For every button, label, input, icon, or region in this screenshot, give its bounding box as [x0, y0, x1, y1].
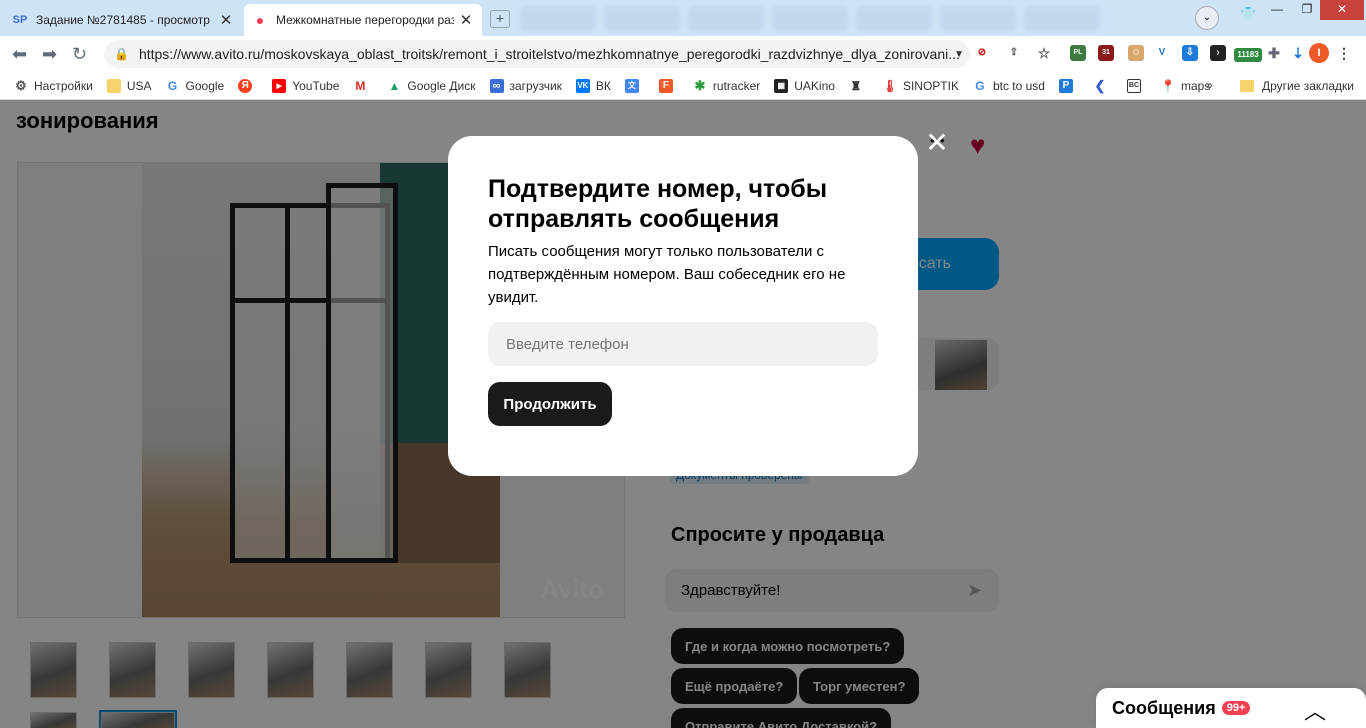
p-icon: P — [1058, 78, 1073, 93]
extensions-puzzle-icon[interactable]: ✚ — [1266, 45, 1282, 61]
messages-label: Сообщения — [1112, 697, 1216, 718]
google-icon: G — [167, 78, 178, 93]
extension-face-icon[interactable]: ☺ — [1128, 45, 1144, 61]
forward-icon[interactable]: ➡ — [42, 44, 57, 64]
tab-title: Межкомнатные перегородки раз — [276, 13, 454, 27]
phone-input[interactable] — [488, 322, 878, 366]
blocked-icon[interactable]: ⊘ — [974, 45, 990, 61]
bookmark-sinoptik[interactable]: 🌡 SINOPTIK — [882, 78, 959, 93]
bookmark-f[interactable]: F — [658, 78, 679, 93]
bookmark-gmail[interactable]: M — [353, 79, 373, 93]
bookmark-translate[interactable]: 文 — [624, 78, 645, 93]
extension-v-icon[interactable]: V — [1154, 45, 1170, 61]
messages-count-badge: 99+ — [1221, 701, 1251, 715]
minimize-button[interactable]: — — [1260, 0, 1294, 20]
extension-pl-icon[interactable]: PL — [1070, 45, 1086, 61]
continue-button[interactable]: Продолжить — [488, 382, 612, 426]
url-text: https://www.avito.ru/moskovskaya_oblast_… — [138, 46, 960, 62]
extension-download-icon[interactable]: ⇩ — [1182, 45, 1198, 61]
extension-terminal-icon[interactable]: › — [1210, 45, 1226, 61]
bookmark-star-icon[interactable]: ☆ — [1036, 45, 1052, 61]
shirt-icon[interactable]: 👕 — [1240, 6, 1256, 22]
new-tab-button[interactable]: + — [490, 10, 510, 28]
bookmark-vk[interactable]: VK ВК — [575, 78, 611, 93]
gmail-icon: M — [355, 78, 366, 93]
bookmark-bottle[interactable]: ♜ — [849, 79, 869, 93]
gear-icon: ⚙ — [15, 77, 27, 93]
vk-icon: VK — [575, 78, 590, 93]
modal-description: Писать сообщения могут только пользовате… — [488, 243, 846, 306]
bookmark-youtube[interactable]: ▶ YouTube — [272, 78, 339, 93]
infinity-icon: ∞ — [489, 78, 504, 93]
folder-icon — [106, 78, 121, 93]
bookmark-uakino[interactable]: ▦ UAKino — [774, 78, 835, 93]
menu-kebab-icon[interactable]: ⋮ — [1336, 45, 1352, 61]
sp-favicon-icon: SP — [12, 14, 28, 26]
confirm-phone-modal: Подтвердите номер, чтобы отправлять сооб… — [448, 136, 918, 476]
address-bar[interactable]: 🔒 https://www.avito.ru/moskovskaya_oblas… — [104, 40, 970, 68]
bookmark-p[interactable]: P — [1058, 78, 1079, 93]
bookmark-yandex[interactable]: Я — [238, 78, 258, 93]
tab-title: Задание №2781485 - просмотр з — [36, 13, 214, 27]
close-tab-icon[interactable]: ✕ — [458, 11, 474, 29]
modal-title: Подтвердите номер, чтобы отправлять сооб… — [488, 175, 828, 233]
tab-zadanie[interactable]: SP Задание №2781485 - просмотр з ✕ — [4, 4, 242, 36]
bottle-icon: ♜ — [850, 78, 862, 93]
thermometer-icon: 🌡 — [882, 78, 898, 93]
close-tab-icon[interactable]: ✕ — [218, 11, 234, 29]
bookmark-google-drive[interactable]: ▲ Google Диск — [387, 79, 475, 93]
share-icon[interactable]: ⇪ — [1006, 45, 1022, 61]
bookmark-btc[interactable]: Gbtc to usd — [973, 79, 1045, 93]
messages-panel[interactable]: Сообщения 99+ ︿ — [1096, 688, 1366, 728]
bookmark-loader[interactable]: ∞ загрузчик — [489, 78, 562, 93]
google-icon: G — [975, 78, 985, 93]
bookmark-usa[interactable]: USA — [106, 78, 152, 93]
close-window-button[interactable]: ✕ — [1320, 0, 1364, 20]
tab-avito[interactable]: ● Межкомнатные перегородки раз ✕ — [244, 4, 482, 36]
film-icon: ▦ — [774, 78, 789, 93]
maps-icon: 📍 — [1160, 78, 1176, 93]
chevron-up-icon[interactable]: ︿ — [1304, 694, 1326, 726]
bookmarks-more-button[interactable]: » — [1206, 78, 1213, 92]
arrow-icon: ❮ — [1094, 77, 1106, 93]
translate-icon: 文 — [624, 78, 639, 93]
star-icon: ✱ — [694, 77, 706, 93]
back-icon[interactable]: ⬅ — [12, 44, 27, 64]
downloads-icon[interactable]: ⇣ — [1290, 45, 1306, 61]
bookmark-maps[interactable]: 📍 maps — [1160, 78, 1211, 93]
browser-tab-bar: SP Задание №2781485 - просмотр з ✕ ● Меж… — [0, 0, 1366, 36]
bookmark-arrow[interactable]: ❮ — [1093, 77, 1113, 93]
profile-avatar-icon[interactable]: I — [1309, 43, 1329, 63]
bookmark-rutracker[interactable]: ✱ rutracker — [693, 77, 760, 93]
extension-calendar-icon[interactable]: 31 — [1098, 45, 1114, 61]
maximize-button[interactable]: ❐ — [1290, 0, 1324, 20]
avito-favicon-icon: ● — [255, 12, 265, 28]
tab-search-icon[interactable]: ⌄ — [1195, 6, 1219, 30]
reload-icon[interactable]: ↻ — [72, 44, 87, 64]
bookmark-bc[interactable]: BC — [1126, 78, 1147, 93]
f-icon: F — [658, 78, 673, 93]
drive-icon: ▲ — [388, 78, 401, 93]
bookmark-settings[interactable]: ⚙ Настройки — [14, 77, 93, 93]
close-icon[interactable]: ✕ — [924, 129, 950, 157]
other-bookmarks-folder[interactable]: Другие закладки — [1240, 79, 1354, 93]
extension-btc-badge[interactable]: 11183 — [1234, 48, 1262, 62]
dropdown-arrow-icon[interactable]: ▼ — [954, 49, 964, 60]
bookmarks-bar: ⚙ Настройки USA G Google Я ▶ YouTube M ▲ Goo… — [0, 72, 1366, 100]
folder-icon — [1240, 80, 1254, 92]
bc-icon: BC — [1126, 78, 1141, 93]
yandex-icon: Я — [238, 78, 253, 93]
lock-icon[interactable]: 🔒 — [114, 47, 129, 61]
bookmark-google[interactable]: G Google — [166, 78, 224, 93]
youtube-icon: ▶ — [272, 78, 287, 93]
blurred-tabs — [520, 6, 1100, 32]
